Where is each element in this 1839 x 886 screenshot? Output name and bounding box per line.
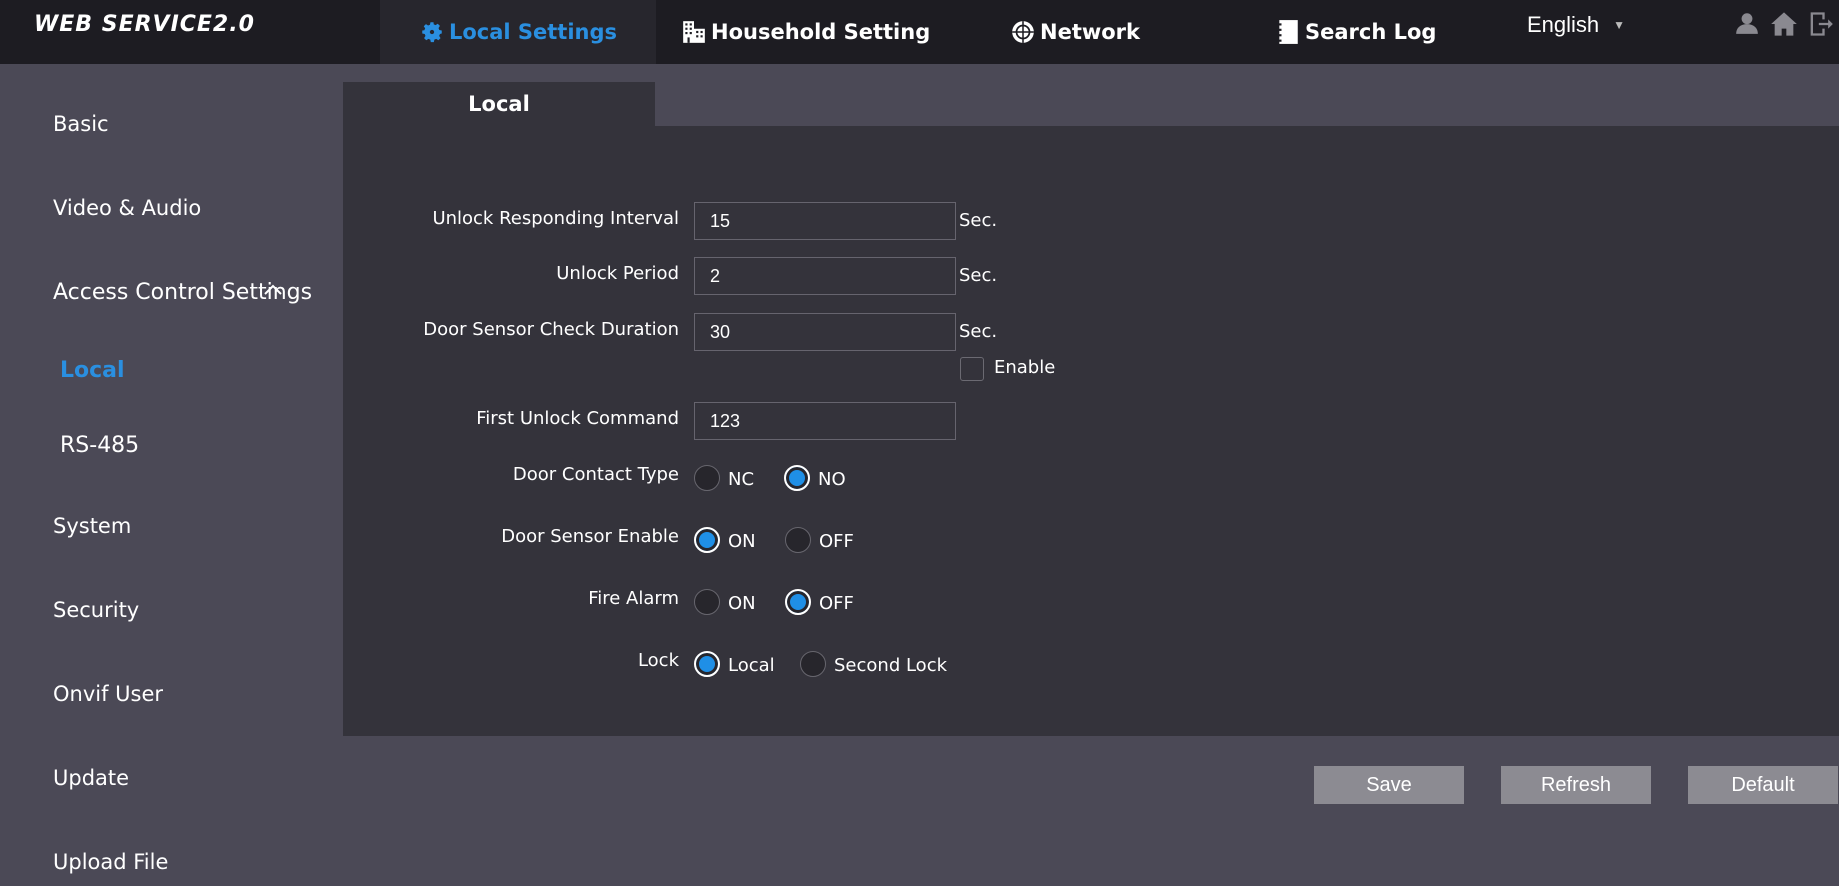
fire-alarm-label: Fire Alarm — [588, 588, 679, 609]
first-unlock-label: First Unlock Command — [476, 408, 679, 429]
default-button[interactable]: Default — [1688, 766, 1838, 804]
unlock-period-input[interactable] — [694, 257, 956, 295]
sidebar-item-update[interactable]: Update — [53, 766, 129, 790]
door-sensor-on-radio[interactable] — [694, 527, 720, 553]
unlock-interval-input[interactable] — [694, 202, 956, 240]
unlock-period-label: Unlock Period — [556, 263, 679, 284]
fire-alarm-off-label: OFF — [819, 593, 854, 614]
nav-local-settings-label: Local Settings — [448, 20, 618, 44]
door-sensor-enable-label: Door Sensor Enable — [501, 526, 679, 547]
nav-local-settings[interactable]: Local Settings — [380, 0, 656, 64]
nav-network[interactable]: Network — [1010, 0, 1140, 64]
door-sensor-check-input[interactable] — [694, 313, 956, 351]
door-sensor-off-label: OFF — [819, 531, 854, 552]
sidebar-item-local[interactable]: Local — [60, 358, 125, 383]
home-icon[interactable] — [1770, 10, 1798, 43]
sidebar-item-onvif-user[interactable]: Onvif User — [53, 682, 163, 706]
log-icon — [1275, 19, 1301, 45]
door-sensor-off-radio[interactable] — [785, 527, 811, 553]
top-navigation-bar: WEB SERVICE2.0 Local Settings Household … — [0, 0, 1839, 64]
sidebar-item-rs485[interactable]: RS-485 — [60, 433, 139, 458]
door-contact-type-label: Door Contact Type — [512, 464, 679, 485]
save-button[interactable]: Save — [1314, 766, 1464, 804]
nav-search-log-label: Search Log — [1305, 20, 1437, 44]
enable-label: Enable — [994, 357, 1056, 378]
app-logo: WEB SERVICE2.0 — [34, 12, 255, 37]
lock-second-radio[interactable] — [800, 651, 826, 677]
user-icon[interactable] — [1734, 10, 1760, 41]
door-sensor-on-label: ON — [728, 531, 756, 552]
chevron-up-icon[interactable] — [262, 282, 284, 301]
door-sensor-check-label: Door Sensor Check Duration — [423, 319, 679, 340]
lock-label: Lock — [637, 650, 679, 671]
door-contact-nc-label: NC — [728, 469, 755, 490]
door-contact-nc-radio[interactable] — [694, 465, 720, 491]
unlock-interval-label: Unlock Responding Interval — [432, 208, 679, 229]
nav-network-label: Network — [1040, 20, 1141, 44]
language-value: English — [1527, 12, 1600, 37]
network-icon — [1010, 19, 1036, 45]
sidebar-item-system[interactable]: System — [53, 514, 131, 538]
sidebar-item-upload-file[interactable]: Upload File — [53, 850, 168, 874]
lock-second-label: Second Lock — [834, 655, 948, 676]
nav-search-log[interactable]: Search Log — [1275, 0, 1436, 64]
logout-icon[interactable] — [1807, 10, 1833, 43]
unlock-period-unit: Sec. — [959, 265, 998, 286]
fire-alarm-on-label: ON — [728, 593, 756, 614]
door-sensor-check-unit: Sec. — [959, 321, 998, 342]
building-icon — [681, 19, 707, 45]
nav-household-setting-label: Household Setting — [711, 20, 931, 44]
caret-down-icon: ▼ — [1613, 18, 1626, 32]
lock-local-label: Local — [728, 655, 775, 676]
tab-local[interactable]: Local — [343, 82, 655, 126]
gear-icon — [419, 19, 445, 45]
first-unlock-input[interactable] — [694, 402, 956, 440]
sidebar-item-security[interactable]: Security — [53, 598, 139, 622]
nav-household-setting[interactable]: Household Setting — [681, 0, 930, 64]
door-contact-no-label: NO — [818, 469, 846, 490]
lock-local-radio[interactable] — [694, 651, 720, 677]
fire-alarm-on-radio[interactable] — [694, 589, 720, 615]
door-contact-no-radio[interactable] — [784, 465, 810, 491]
unlock-interval-unit: Sec. — [959, 210, 998, 231]
sidebar-item-video-audio[interactable]: Video & Audio — [53, 196, 201, 220]
enable-checkbox[interactable] — [960, 357, 984, 381]
fire-alarm-off-radio[interactable] — [785, 589, 811, 615]
refresh-button[interactable]: Refresh — [1501, 766, 1651, 804]
language-select[interactable]: English ▼ — [1527, 0, 1625, 50]
sidebar-item-basic[interactable]: Basic — [53, 112, 109, 136]
